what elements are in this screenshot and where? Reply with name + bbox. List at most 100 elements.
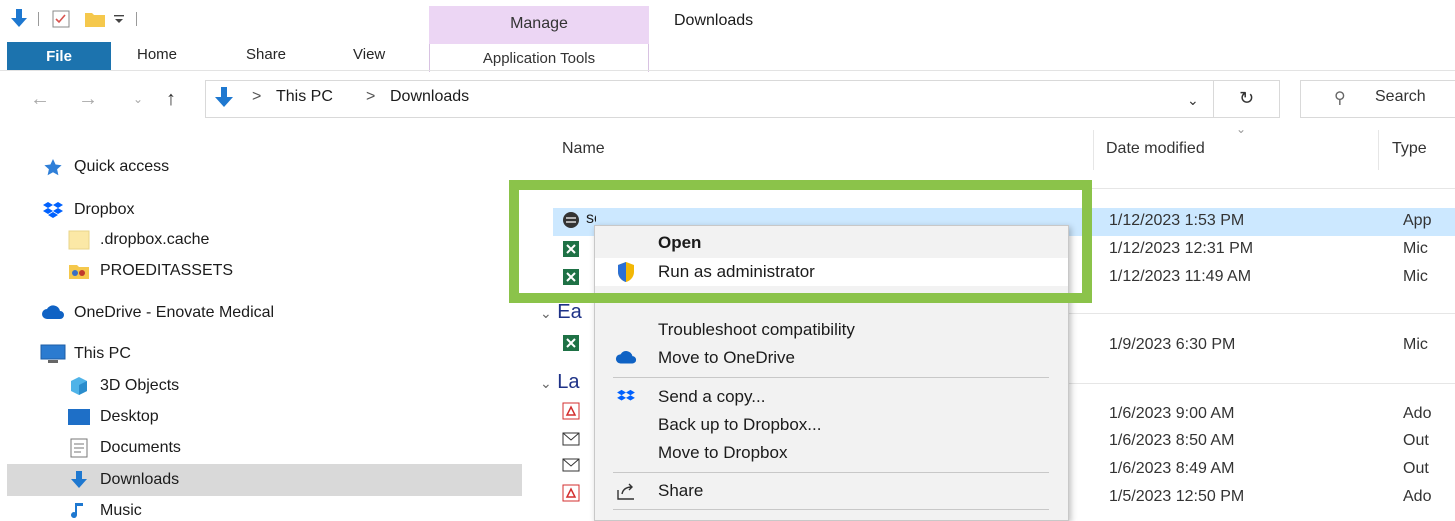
address-dropdown-chevron-icon[interactable]: ⌄ [1187,92,1199,109]
sidebar-item-label: Music [100,502,142,519]
sidebar-item-label: .dropbox.cache [100,231,210,248]
pdf-file-icon [562,402,580,420]
chevron-down-icon: ⌄ [540,375,552,391]
breadcrumb-separator: > [366,88,376,105]
file-date: 1/6/2023 9:00 AM [1109,405,1235,422]
toolbar-divider [136,12,137,26]
tab-home[interactable]: Home [137,46,177,63]
sort-chevron-icon: ⌄ [1236,122,1247,136]
share-icon [615,480,637,502]
menu-item-label: Send a copy... [658,387,766,406]
documents-icon [66,438,92,458]
sidebar-item-label: Quick access [74,158,170,175]
onedrive-cloud-icon [40,303,66,323]
refresh-icon[interactable]: ↻ [1239,88,1254,109]
download-arrow-icon[interactable] [8,8,30,30]
file-type: Mic [1403,240,1428,257]
file-date: 1/6/2023 8:50 AM [1109,432,1235,449]
file-type: Out [1403,432,1429,449]
sidebar-item-quick-access[interactable]: Quick access [40,153,169,181]
search-placeholder: Search [1375,88,1426,105]
group-label: La [557,371,580,393]
shared-folder-icon [66,261,92,281]
menu-separator [613,509,1049,510]
menu-item-send-a-copy[interactable]: Send a copy... [595,383,1068,411]
group-header-last[interactable]: ⌄ La [540,371,580,394]
forward-arrow-icon[interactable]: → [78,88,98,111]
email-file-icon [562,456,580,474]
column-header-name[interactable]: Name [562,140,605,158]
address-divider [1213,80,1214,118]
column-divider[interactable] [1378,130,1379,170]
menu-item-label: Move to Dropbox [658,443,788,462]
menu-item-back-up-to-dropbox[interactable]: Back up to Dropbox... [595,411,1068,439]
breadcrumb-separator: > [252,88,262,105]
file-date: 1/6/2023 8:49 AM [1109,460,1235,477]
tab-file[interactable]: File [7,42,111,70]
column-divider[interactable] [1093,130,1094,170]
breadcrumb-downloads[interactable]: Downloads [390,88,469,106]
back-arrow-icon[interactable]: ← [30,88,50,111]
file-type: Ado [1403,488,1432,505]
group-divider [1092,188,1455,189]
sidebar-item-label: PROEDITASSETS [100,262,234,279]
file-date: 1/5/2023 12:50 PM [1109,488,1245,505]
sidebar-item-label: Documents [100,439,181,456]
sidebar-item-documents[interactable]: Documents [66,434,181,462]
menu-item-move-to-dropbox[interactable]: Move to Dropbox [595,439,1068,467]
recent-locations-chevron-icon[interactable]: ⌄ [133,92,143,106]
manage-tab-group: Manage Application Tools [429,6,649,72]
manage-tab-label[interactable]: Manage [429,6,649,42]
sidebar-item-proeditassets[interactable]: PROEDITASSETS [66,257,233,285]
sidebar-item-label: Downloads [100,471,180,488]
3d-objects-icon [66,376,92,396]
sidebar-item-onedrive[interactable]: OneDrive - Enovate Medical [40,299,274,327]
group-header-earlier[interactable]: ⌄ Ea [540,301,582,324]
tab-application-tools[interactable]: Application Tools [429,44,649,72]
sidebar-item-label: Dropbox [74,201,135,218]
customize-toolbar-icon[interactable] [110,8,128,30]
sidebar-item-label: Desktop [100,408,159,425]
sidebar-item-label: 3D Objects [100,377,180,394]
sidebar-item-dropbox[interactable]: Dropbox [40,196,134,224]
properties-icon[interactable] [50,8,72,30]
sidebar-item-this-pc[interactable]: This PC [40,340,131,368]
new-folder-icon[interactable] [84,8,106,30]
group-label: Ea [557,301,582,323]
menu-item-share[interactable]: Share [595,477,1068,505]
sidebar-item-downloads[interactable]: Downloads [66,466,179,494]
sidebar-item-dropbox-cache[interactable]: .dropbox.cache [66,226,209,254]
annotation-highlight-box [509,180,1092,303]
excel-file-icon [562,334,580,352]
menu-item-move-to-onedrive[interactable]: Move to OneDrive [595,344,1068,372]
up-arrow-icon[interactable]: ↑ [166,88,176,111]
sidebar-item-desktop[interactable]: Desktop [66,403,159,431]
file-date: 1/12/2023 12:31 PM [1109,240,1254,257]
file-date: 1/9/2023 6:30 PM [1109,336,1236,353]
computer-icon [40,344,66,364]
menu-item-label: Back up to Dropbox... [658,415,822,434]
onedrive-cloud-icon [615,347,637,369]
email-file-icon [562,430,580,448]
column-header-type[interactable]: Type [1392,140,1427,158]
sidebar-item-music[interactable]: Music [66,497,142,521]
search-icon: ⚲ [1334,90,1346,107]
menu-item-troubleshoot-compatibility[interactable]: Troubleshoot compatibility [595,316,1068,344]
group-divider [1069,313,1455,314]
download-arrow-icon [66,470,92,490]
menu-item-label: Troubleshoot compatibility [658,320,855,339]
sidebar-item-3d-objects[interactable]: 3D Objects [66,372,179,400]
column-header-date-modified[interactable]: Date modified [1106,140,1205,158]
file-type: Mic [1403,268,1428,285]
tab-share[interactable]: Share [246,46,286,63]
ribbon-divider [0,70,1455,71]
sidebar-item-label: This PC [74,345,131,362]
tab-view[interactable]: View [353,46,385,63]
menu-separator [613,377,1049,378]
dropbox-icon [615,386,637,408]
group-divider [1069,383,1455,384]
pdf-file-icon [562,484,580,502]
desktop-icon [66,407,92,427]
file-type: Mic [1403,336,1428,353]
breadcrumb-this-pc[interactable]: This PC [276,88,333,106]
